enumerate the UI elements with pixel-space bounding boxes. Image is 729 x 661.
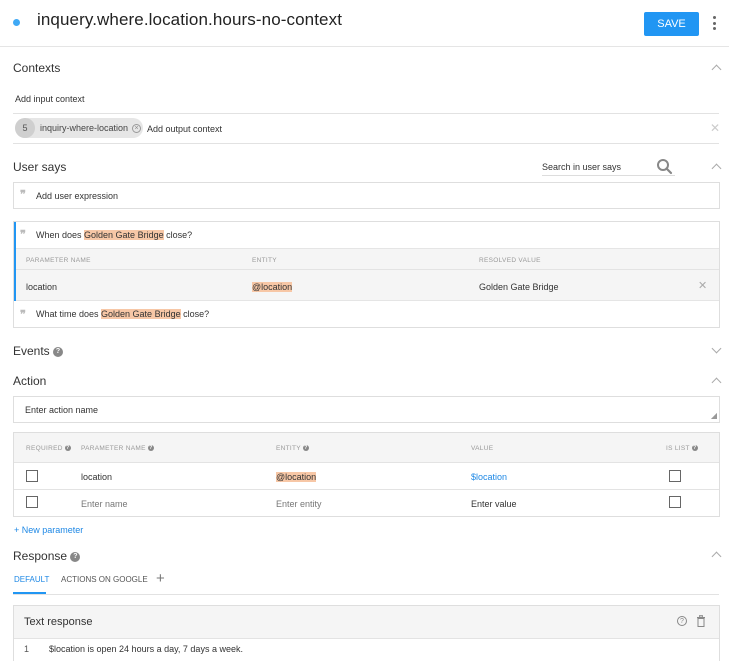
quote-icon: ❞ xyxy=(20,228,26,241)
action-title: Action xyxy=(13,374,47,388)
output-context-field[interactable]: Add output context xyxy=(147,124,222,134)
events-expand-icon[interactable] xyxy=(711,343,722,354)
help-icon[interactable]: ? xyxy=(677,616,687,626)
remove-context-icon[interactable]: × xyxy=(132,123,142,133)
events-title[interactable]: Events ? xyxy=(13,344,64,358)
param-name-cell[interactable]: location xyxy=(26,282,57,292)
quote-icon: ❞ xyxy=(20,308,26,321)
divider xyxy=(13,143,719,144)
user-expression-1[interactable]: When does Golden Gate Bridge close? xyxy=(36,230,192,240)
remove-parameter-icon[interactable]: ✕ xyxy=(698,279,707,292)
param-entity-cell[interactable]: @location xyxy=(276,472,317,482)
parameter-table: PARAMETER NAME ENTITY RESOLVED VALUE loc… xyxy=(16,248,719,301)
line-number: 1 xyxy=(24,644,30,654)
required-checkbox[interactable] xyxy=(26,496,38,508)
col-is-list: IS LIST ? xyxy=(666,445,698,452)
user-says-collapse-icon[interactable] xyxy=(711,163,722,174)
col-parameter-name: PARAMETER NAME xyxy=(26,257,91,264)
action-collapse-icon[interactable] xyxy=(711,377,722,388)
col-parameter-name: PARAMETER NAME ? xyxy=(81,445,154,452)
action-name-input[interactable]: Enter action name xyxy=(25,405,98,415)
param-name-input[interactable]: Enter name xyxy=(81,499,128,509)
tab-actions-on-google[interactable]: ACTIONS ON GOOGLE xyxy=(61,575,148,584)
clear-contexts-icon[interactable]: ✕ xyxy=(710,121,720,135)
tab-default[interactable]: DEFAULT xyxy=(14,575,49,584)
col-entity: ENTITY ? xyxy=(276,445,309,452)
table-header: REQUIRED ? PARAMETER NAME ? ENTITY ? VAL… xyxy=(14,433,719,463)
action-parameters-table: REQUIRED ? PARAMETER NAME ? ENTITY ? VAL… xyxy=(13,432,720,517)
new-parameter-link[interactable]: + New parameter xyxy=(14,525,83,535)
col-value: VALUE xyxy=(471,445,494,452)
response-title: Response ? xyxy=(13,549,81,563)
context-lifespan[interactable]: 5 xyxy=(15,118,35,138)
col-entity: ENTITY xyxy=(252,257,277,264)
is-list-checkbox[interactable] xyxy=(669,470,681,482)
action-name-box[interactable]: Enter action name ◢ xyxy=(13,396,720,423)
col-resolved-value: RESOLVED VALUE xyxy=(479,257,541,264)
quote-icon: ❞ xyxy=(20,188,26,201)
help-icon[interactable]: ? xyxy=(70,551,81,562)
add-tab-icon[interactable]: + xyxy=(156,570,165,587)
search-user-says-input[interactable]: Search in user says xyxy=(542,162,621,172)
col-required: REQUIRED ? xyxy=(26,445,71,452)
trash-icon[interactable] xyxy=(696,615,706,627)
search-icon[interactable] xyxy=(656,158,673,175)
divider xyxy=(13,113,719,114)
text-response-title: Text response xyxy=(24,616,93,628)
annotated-entity: Golden Gate Bridge xyxy=(101,309,181,319)
param-value-cell[interactable]: $location xyxy=(471,472,507,482)
response-collapse-icon[interactable] xyxy=(711,551,722,562)
status-dot xyxy=(13,19,20,26)
contexts-collapse-icon[interactable] xyxy=(711,64,722,75)
is-list-checkbox[interactable] xyxy=(669,496,681,508)
param-entity-input[interactable]: Enter entity xyxy=(276,499,322,509)
intent-header: inquery.where.location.hours-no-context … xyxy=(0,0,729,47)
param-name-cell[interactable]: location xyxy=(81,472,112,482)
user-expression-2[interactable]: What time does Golden Gate Bridge close? xyxy=(36,309,209,319)
divider xyxy=(14,489,719,490)
user-expressions-list: ❞ When does Golden Gate Bridge close? PA… xyxy=(13,221,720,328)
resolved-value-cell: Golden Gate Bridge xyxy=(479,282,559,292)
output-context-chip[interactable]: 5 inquiry-where-location × xyxy=(15,118,143,138)
required-checkbox[interactable] xyxy=(26,470,38,482)
search-underline xyxy=(542,175,675,176)
resize-handle-icon[interactable]: ◢ xyxy=(711,411,717,420)
response-line[interactable]: 1 $location is open 24 hours a day, 7 da… xyxy=(14,638,719,661)
add-user-expression-box[interactable]: ❞ Add user expression xyxy=(13,182,720,209)
contexts-title: Contexts xyxy=(13,61,61,75)
help-icon[interactable]: ? xyxy=(53,346,64,357)
annotated-entity: Golden Gate Bridge xyxy=(84,230,164,240)
more-options-icon[interactable] xyxy=(710,14,718,32)
context-name: inquiry-where-location xyxy=(40,123,129,133)
param-entity-cell[interactable]: @location xyxy=(252,282,293,292)
add-user-expression-input[interactable]: Add user expression xyxy=(36,191,118,201)
divider xyxy=(13,594,719,595)
intent-name[interactable]: inquery.where.location.hours-no-context xyxy=(37,10,342,30)
text-response-card: Text response ? 1 $location is open 24 h… xyxy=(13,605,720,661)
user-says-title: User says xyxy=(13,160,67,174)
input-context-field[interactable]: Add input context xyxy=(15,94,85,104)
save-button[interactable]: SAVE xyxy=(644,12,699,36)
divider xyxy=(16,269,719,270)
response-text[interactable]: $location is open 24 hours a day, 7 days… xyxy=(49,644,243,654)
param-value-input[interactable]: Enter value xyxy=(471,499,517,509)
